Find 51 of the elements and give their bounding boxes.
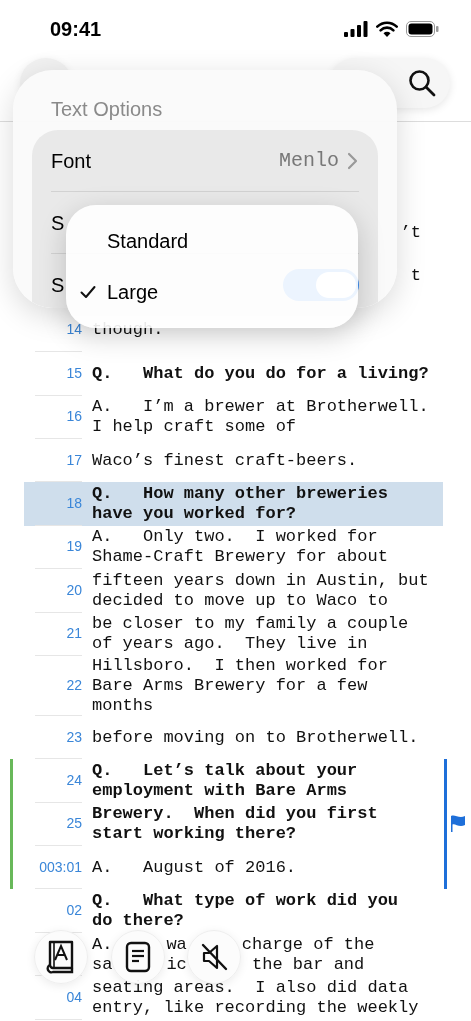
line-number: 14 [66,320,82,340]
status-time: 09:41 [50,17,102,42]
muted-speaker-icon [200,942,228,972]
transcript-text: A. August of 2016. [92,857,297,878]
transcript-text: Hillsboro. I then worked for Bare Arms Brewery for a few months [92,655,388,716]
transcript-text: Q. What do you do for a living? [92,363,429,384]
transcript-text: wa ic [166,934,187,975]
menu-option[interactable]: Large [107,276,159,307]
transcript-text: Q. Let’s talk about your employment with Bare Arms [92,761,358,801]
mute-button[interactable] [187,930,241,984]
dictionary-button[interactable] [34,930,88,984]
line-number: 24 [66,771,82,790]
signal-icon [344,21,368,37]
transcript-text: ’t [400,223,421,243]
line-number: 19 [66,537,82,557]
panel-title: Text Options [51,97,163,122]
menu-option[interactable]: Standard [107,225,189,256]
transcript-text: seating areas. I also did data entry, like recording the weekly [92,977,419,1018]
transcript-text: be closer to my family a couple of years ago. They live in [92,614,409,655]
book-icon [46,940,76,974]
transcript-text: though. [92,320,164,341]
transcript-text: before moving on to Brotherwell. [92,727,419,748]
option-label: Font [51,148,92,174]
transcript-text: t [410,266,421,287]
transcript-text: Waco’s finest craft-beers. [92,450,358,471]
search-icon [408,69,436,97]
transcript-text: Brewery. When did you first start working there? [92,804,378,845]
line-number: 23 [66,727,82,747]
line-number: 003:01 [39,857,82,877]
wifi-icon [376,21,398,37]
line-number: 17 [66,450,82,470]
line-number: 25 [66,814,82,834]
transcript-text: A. I’m a brewer at Brotherwell. I help craft some of [92,397,429,438]
line-number: 04 [66,987,82,1007]
chevron-icon [347,151,359,170]
battery-icon [406,21,439,37]
line-number: 21 [66,624,82,644]
line-number: 20 [66,580,82,600]
font-option[interactable]: Font Menlo [51,130,359,192]
option-value: Menlo [279,147,339,174]
transcript-text: Q. How many other breweries have you worked for? [92,484,388,525]
line-number: 18 [66,494,82,514]
line-number: 15 [66,363,82,383]
line-number: 02 [66,901,82,921]
option-label: S [51,210,65,236]
line-number: 16 [66,407,82,427]
option-label: S [51,273,65,298]
transcript-text: charge of the the bar and [241,934,375,975]
document-icon [124,941,151,973]
transcript-text: Q. What type of work did you do there? [92,891,399,932]
line-number: 22 [66,675,82,695]
